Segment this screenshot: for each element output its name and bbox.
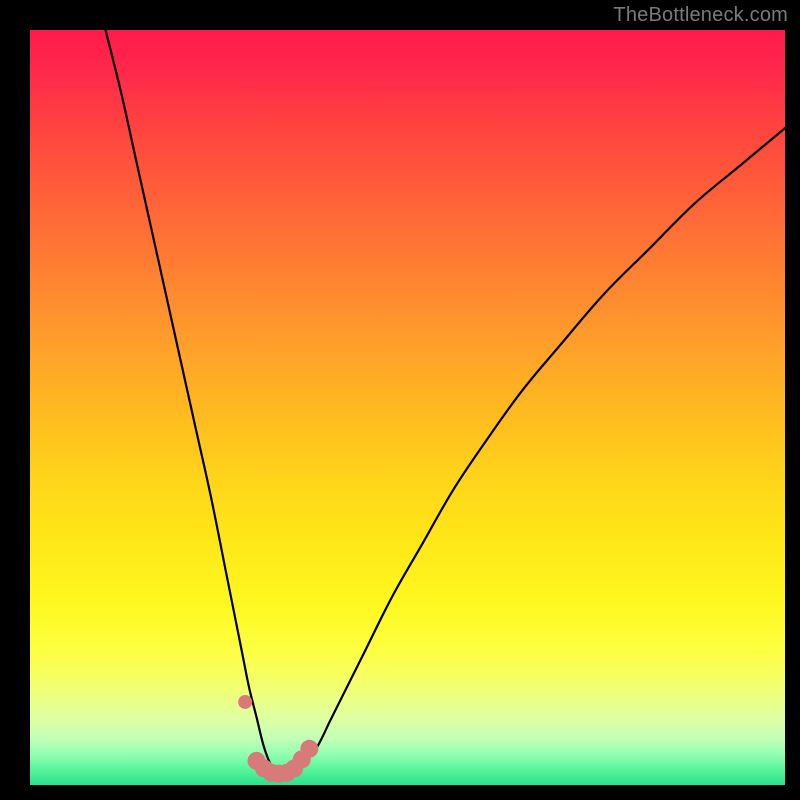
- plot-area: [30, 30, 785, 785]
- valley-marker: [300, 740, 318, 758]
- valley-markers: [238, 695, 318, 783]
- bottleneck-curve: [106, 30, 786, 774]
- watermark-text: TheBottleneck.com: [613, 4, 788, 27]
- curve-layer: [30, 30, 785, 785]
- valley-marker: [238, 695, 252, 709]
- chart-frame: TheBottleneck.com: [0, 0, 800, 800]
